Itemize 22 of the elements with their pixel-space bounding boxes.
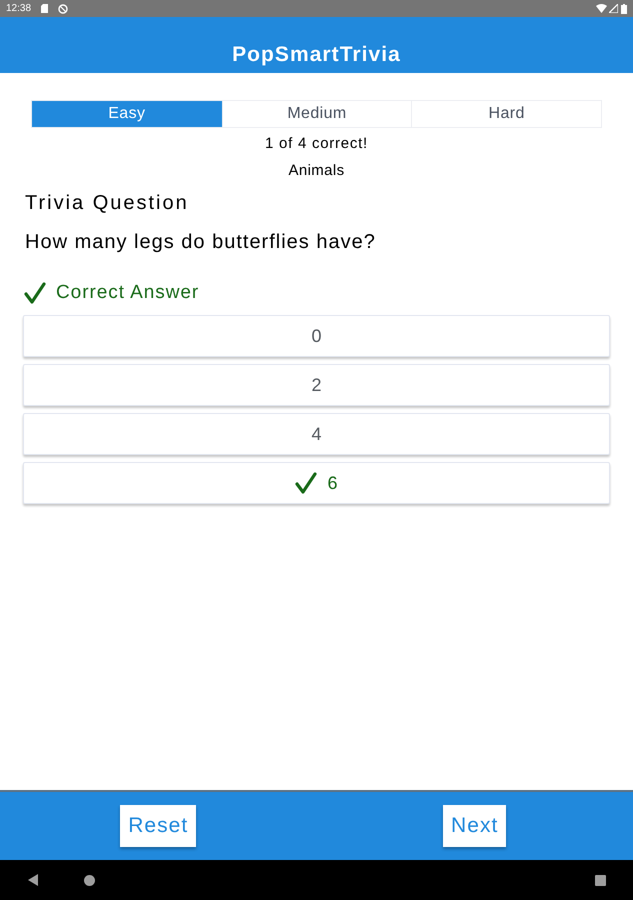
result-label: Correct Answer (56, 281, 200, 305)
category-text: Animals (288, 161, 346, 181)
action-button[interactable]: Next (443, 805, 506, 847)
app-title: PopSmartTrivia (232, 44, 401, 65)
sd-card-icon (41, 4, 48, 13)
circle-icon (58, 4, 68, 14)
action-button[interactable]: Reset (120, 805, 196, 847)
score-text: 1 of 4 correct! (264, 134, 369, 154)
difficulty-tab[interactable]: Easy (32, 101, 222, 127)
wifi-icon (596, 4, 607, 13)
home-icon[interactable] (84, 874, 95, 886)
back-icon[interactable] (28, 874, 38, 886)
status-time: 12:38 (6, 4, 32, 14)
signal-icon (609, 4, 618, 13)
answer-button[interactable]: 4 (23, 413, 610, 455)
answer-button[interactable]: 2 (23, 364, 610, 406)
answer-button[interactable]: 0 (23, 315, 610, 357)
recents-icon[interactable] (595, 874, 606, 886)
answer-button[interactable]: 6 (23, 462, 610, 504)
section-heading: Trivia Question (25, 191, 190, 216)
battery-icon (621, 4, 627, 14)
question-text: How many legs do butterflies have? (25, 230, 377, 255)
